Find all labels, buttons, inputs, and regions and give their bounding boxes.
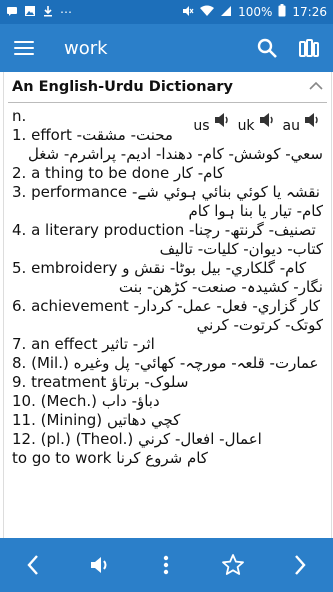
search-term[interactable]: work bbox=[64, 38, 239, 59]
sense-number: 8. bbox=[12, 354, 27, 372]
sense-english[interactable]: a literary production bbox=[31, 221, 184, 239]
sense-number: 5. bbox=[12, 259, 27, 277]
sense-english[interactable]: effort bbox=[31, 126, 72, 144]
sense-urdu: اعمال- افعال- كرني bbox=[138, 430, 262, 448]
accent-label-uk: uk bbox=[237, 118, 255, 134]
download-icon bbox=[42, 5, 54, 20]
sense-urdu: نقشہ يا كوئي بنائي ہوئي شے- bbox=[131, 183, 320, 201]
sense-5: 5. embroidery كام- گلكاري- بيل بوٹا- نقش… bbox=[12, 259, 323, 297]
sense-number: 10. bbox=[12, 392, 36, 410]
sense-english[interactable]: treatment bbox=[31, 373, 106, 391]
sense-2: 2. a thing to be done كام- كار bbox=[12, 164, 323, 183]
sense-urdu: سلوک- برتاؤ bbox=[111, 373, 189, 391]
sense-number: 3. bbox=[12, 183, 27, 201]
dictionary-name: An English-Urdu Dictionary bbox=[12, 79, 233, 95]
battery-icon bbox=[278, 4, 286, 20]
next-icon[interactable] bbox=[280, 545, 320, 585]
sense-12: 12. (pl.) (Theol.) اعمال- افعال- كرني bbox=[12, 430, 323, 449]
sms-icon bbox=[6, 5, 18, 20]
pronunciation-buttons: us uk au bbox=[193, 111, 325, 136]
phrase-urdu: كام شروع كرنا bbox=[116, 449, 208, 467]
sense-urdu: عمارت- قلعہ- مورچہ- كهائي- پل وغيره bbox=[73, 354, 319, 372]
sense-number: 9. bbox=[12, 373, 27, 391]
sense-urdu: نگار- كشيدہ- صنعت- كڑھن- بنت bbox=[118, 278, 323, 296]
sense-english[interactable]: achievement bbox=[31, 297, 129, 315]
signal-icon bbox=[220, 5, 232, 20]
sense-3: 3. performance نقشہ يا كوئي بنائي ہوئي ش… bbox=[12, 183, 323, 221]
sense-urdu: كتاب- ديوان- كليات- تاليف bbox=[159, 240, 323, 258]
sense-7: 7. an effect اثر- تاثير bbox=[12, 335, 323, 354]
sense-6: 6. achievement كار گزاري- فعل- عمل- كردا… bbox=[12, 297, 323, 335]
notification-icons: ⋯ bbox=[6, 5, 72, 20]
sense-number: 1. bbox=[12, 126, 27, 144]
sense-number: 12. bbox=[12, 430, 36, 448]
phrase: to go to work كام شروع كرنا bbox=[12, 449, 323, 468]
app-bar: work bbox=[0, 24, 333, 72]
sense-english[interactable]: an effect bbox=[31, 335, 97, 353]
collapse-icon[interactable] bbox=[309, 79, 323, 95]
wifi-icon bbox=[200, 5, 215, 20]
sense-english[interactable]: a thing to be done bbox=[31, 164, 169, 182]
speaker-us-icon[interactable] bbox=[213, 111, 231, 129]
menu-icon[interactable] bbox=[14, 41, 34, 55]
sense-urdu: دباؤ- داب bbox=[101, 392, 160, 410]
sense-11: 11. (Mining) كچي دهاتيں bbox=[12, 411, 323, 430]
sense-urdu: محنت- مشقت- bbox=[76, 126, 173, 144]
sense-4: 4. a literary production تصنيف- گرنتھ- ر… bbox=[12, 221, 323, 259]
entry-content: An English-Urdu Dictionary us uk au n. 1… bbox=[3, 72, 332, 538]
sense-urdu: كوتک- كرتوت- كرني bbox=[196, 316, 323, 334]
sense-urdu: تصنيف- گرنتھ- رچنا- bbox=[189, 221, 316, 239]
favorite-star-icon[interactable] bbox=[213, 545, 253, 585]
previous-icon[interactable] bbox=[13, 545, 53, 585]
search-icon[interactable] bbox=[253, 34, 281, 62]
sense-english[interactable]: (Mining) bbox=[41, 411, 103, 429]
sense-english[interactable]: (Mech.) bbox=[41, 392, 97, 410]
status-bar: ⋯ 100% 17:26 bbox=[0, 0, 333, 24]
sense-urdu: كار گزاري- فعل- عمل- كردار- bbox=[133, 297, 321, 315]
image-icon bbox=[24, 5, 36, 20]
phrase-english[interactable]: to go to work bbox=[12, 449, 111, 467]
sense-english[interactable]: (Mil.) bbox=[31, 354, 69, 372]
mute-icon bbox=[182, 5, 194, 20]
accent-label-au: au bbox=[282, 118, 300, 134]
dictionary-entry: us uk au n. 1. effort محنت- مشقت- سعي- ك… bbox=[4, 103, 331, 468]
accent-label-us: us bbox=[193, 118, 210, 134]
sense-urdu: كام- تيار يا بنا ہوا كام bbox=[188, 202, 324, 220]
sense-9: 9. treatment سلوک- برتاؤ bbox=[12, 373, 323, 392]
sense-number: 2. bbox=[12, 164, 27, 182]
sense-urdu: اثر- تاثير bbox=[102, 335, 155, 353]
dictionaries-icon[interactable] bbox=[295, 34, 323, 62]
bottom-toolbar bbox=[0, 538, 333, 592]
sense-urdu: كچي دهاتيں bbox=[106, 411, 181, 429]
sense-english[interactable]: (pl.) (Theol.) bbox=[41, 430, 134, 448]
sense-number: 11. bbox=[12, 411, 36, 429]
sense-urdu: كام- گلكاري- بيل بوٹا- نقش و bbox=[122, 259, 307, 277]
sense-urdu: كام- كار bbox=[173, 164, 225, 182]
battery-level: 100% bbox=[238, 5, 273, 19]
system-icons: 100% 17:26 bbox=[182, 4, 327, 20]
sense-english[interactable]: performance bbox=[31, 183, 127, 201]
sense-number: 7. bbox=[12, 335, 27, 353]
sense-number: 6. bbox=[12, 297, 27, 315]
sense-8: 8. (Mil.) عمارت- قلعہ- مورچہ- كهائي- پل … bbox=[12, 354, 323, 373]
sense-english[interactable]: embroidery bbox=[31, 259, 117, 277]
sense-urdu: سعي- كوشش- كام- دهندا- اديم- پراشرم- شغل bbox=[27, 145, 323, 163]
more-notifications-icon: ⋯ bbox=[60, 5, 72, 19]
sense-10: 10. (Mech.) دباؤ- داب bbox=[12, 392, 323, 411]
more-options-icon[interactable] bbox=[146, 545, 186, 585]
clock: 17:26 bbox=[292, 5, 327, 19]
speaker-icon[interactable] bbox=[80, 545, 120, 585]
speaker-au-icon[interactable] bbox=[303, 111, 321, 129]
sense-number: 4. bbox=[12, 221, 27, 239]
dictionary-header[interactable]: An English-Urdu Dictionary bbox=[4, 72, 331, 102]
speaker-uk-icon[interactable] bbox=[258, 111, 276, 129]
